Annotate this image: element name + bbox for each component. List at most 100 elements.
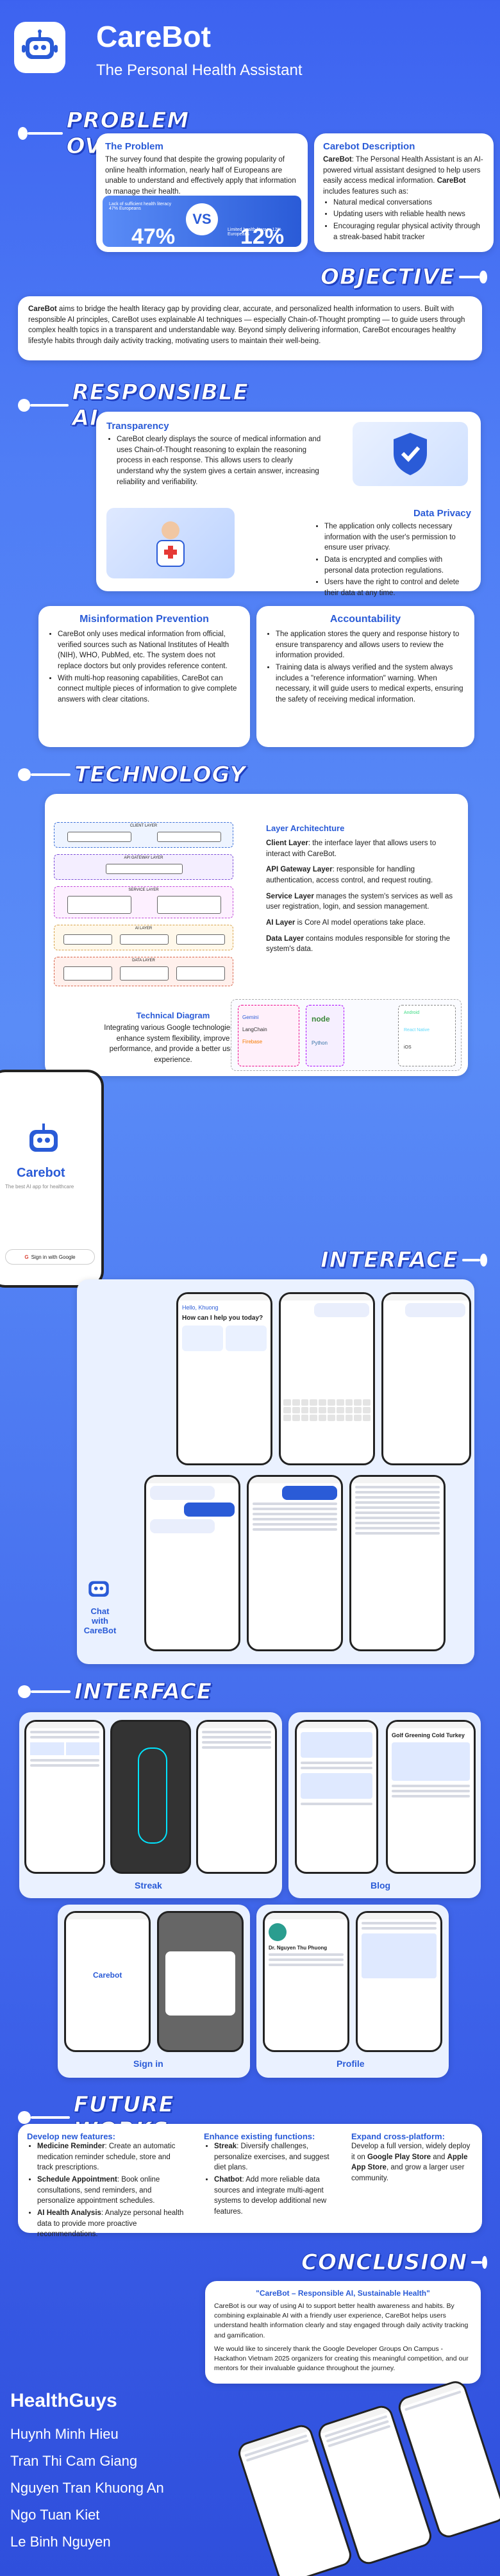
phone-chat-home: Hello, Khuong How can I help you today? [176,1292,272,1465]
team-member: Ngo Tuan Kiet [10,2507,100,2523]
list-item: CareBot only uses medical information fr… [58,629,241,672]
list-item: Updating users with reliable health news [333,209,485,220]
description-heading: Carebot Description [323,141,415,152]
app-title: CareBot [96,20,211,53]
desc-brand-2: CareBot [437,177,466,185]
list-item: Users have the right to control and dele… [324,577,471,598]
chat-label: Chat with CareBot [83,1606,117,1635]
node-logo: node [312,1014,330,1023]
team-member: Nguyen Tran Khuong An [10,2480,164,2496]
app-logo [14,22,65,73]
conclusion-text: CareBot is our way of using AI to suppor… [214,2302,469,2339]
shield-icon [353,422,468,486]
tech-stack-diagram: Gemini LangChain Firebase node Python An… [231,999,462,1071]
doctor-illustration [106,508,235,578]
ios-logo: iOS [404,1045,412,1050]
profile-card: Dr. Nguyen Thu Phuong Profile [256,1905,449,2078]
layer-desc: is Core AI model operations take place. [295,919,426,927]
list-item: AI Health Analysis: Analyze personal hea… [37,2208,187,2240]
phone-chat-keyboard [279,1292,375,1465]
signin-card: Carebot Sign in [58,1905,250,2078]
team-member: Tran Thi Cam Giang [10,2453,138,2469]
accountability-card: Accountability The application stores th… [256,606,474,747]
layer-name: Client Layer [266,839,308,847]
list-item: The application stores the query and res… [276,629,465,661]
vs-badge: VS [186,203,218,235]
layer-heading: Layer Architechture [266,823,345,833]
gateway-layer: API GATEWAY LAYER [54,854,233,880]
feature-list: Natural medical conversations Updating u… [323,198,485,243]
section-interface: INTERFACE [321,1247,487,1274]
google-icon: G [24,1254,29,1260]
section-technology: TECHNOLOGY [18,762,274,788]
objective-lead: CareBot [28,305,57,313]
description-card: Carebot Description CareBot: The Persona… [314,133,494,252]
list-item: Schedule Appointment: Book online consul… [37,2175,187,2207]
team-member: Le Binh Nguyen [10,2534,111,2550]
layer-name: Service Layer [266,892,314,900]
objective-card: CareBot aims to bridge the health litera… [18,296,482,360]
accountability-heading: Accountability [329,614,401,625]
phone-chat-answer [349,1475,446,1651]
client-layer: CLIENT LAYER [54,822,233,848]
list-item: Natural medical conversations [333,198,485,208]
list-item: Streak: Diversify challenges, personaliz… [214,2141,338,2173]
stat-right: 12% [240,224,285,249]
list-item: With multi-hop reasoning capabilities, C… [58,673,241,705]
greeting-question: How can I help you today? [182,1315,263,1322]
technology-card: CLIENT LAYER API GATEWAY LAYER SERVICE L… [45,794,468,1076]
phone-brand: Carebot [17,1166,65,1180]
interface-card-chat: Hello, Khuong How can I help you today? … [77,1279,474,1664]
tech-diagram-heading: Technical Diagram [136,1011,210,1020]
misinformation-card: Misinformation Prevention CareBot only u… [38,606,250,747]
profile-label: Profile [337,2058,365,2069]
list-item: Chatbot: Add more reliable data sources … [214,2175,338,2218]
langchain-logo: LangChain [242,1027,267,1032]
transparency-text: CareBot clearly displays the source of m… [117,434,331,487]
section-conclusion: CONCLUSION [301,2250,487,2276]
greeting: Hello, Khuong [182,1304,219,1311]
streak-label: Streak [135,1880,162,1890]
privacy-heading: Data Privacy [413,508,471,519]
phone-signin-screen: Carebot The best AI app for healthcare G… [0,1070,104,1288]
team-name: HealthGuys [10,2390,117,2411]
objective-text: aims to bridge the health literacy gap b… [28,305,465,346]
future-col2-heading: Enhance existing functions: [204,2132,315,2141]
data-layer: DATA LAYER [54,957,233,986]
phone-chat-empty [381,1292,471,1465]
firebase-logo: Firebase [242,1039,263,1045]
section-objective: OBJECTIVE [320,264,487,290]
profile-name: Dr. Nguyen Thu Phuong [269,1945,328,1951]
layer-name: API Gateway Layer [266,866,333,874]
signin-label: Sign in with Google [31,1254,76,1260]
blog-title: Golf Greening Cold Turkey [392,1732,465,1738]
phone-chat-thread [144,1475,240,1651]
conclusion-card: "CareBot – Responsible AI, Sustainable H… [205,2281,481,2384]
stat-left: 47% [131,224,176,249]
list-item: Training data is always verified and the… [276,662,465,705]
section-interface-2: INTERFACE [18,1679,223,1705]
layer-name: AI Layer [266,919,296,927]
avatar [269,1923,287,1941]
desc-brand: CareBot [323,156,352,164]
layer-name: Data Layer [266,934,304,943]
brand-mini: Carebot [93,1971,122,1980]
conclusion-thanks: We would like to sincerely thank the Goo… [214,2344,469,2373]
gemini-logo: Gemini [242,1014,259,1020]
blog-card: Golf Greening Cold Turkey Blog [288,1712,481,1898]
android-logo: Android [404,1011,420,1015]
robot-icon [85,1576,113,1604]
list-item: Data is encrypted and complies with pers… [324,555,471,576]
future-card: Develop new features: Medicine Reminder:… [18,2124,482,2238]
list-item: Medicine Reminder: Create an automatic m… [37,2141,187,2173]
app-subtitle: The Personal Health Assistant [96,62,303,79]
python-logo: Python [312,1040,328,1046]
future-col1-heading: Develop new features: [27,2132,115,2141]
robot-icon [24,1122,63,1161]
desc-text-2: includes features such as: [323,188,408,196]
list-item: Encouraging regular physical activity th… [333,221,485,242]
google-signin-button[interactable]: G Sign in with Google [5,1249,95,1265]
list-item: The application only collects necessary … [324,521,471,553]
signin-label: Sign in [133,2058,163,2069]
problem-heading: The Problem [105,141,163,152]
